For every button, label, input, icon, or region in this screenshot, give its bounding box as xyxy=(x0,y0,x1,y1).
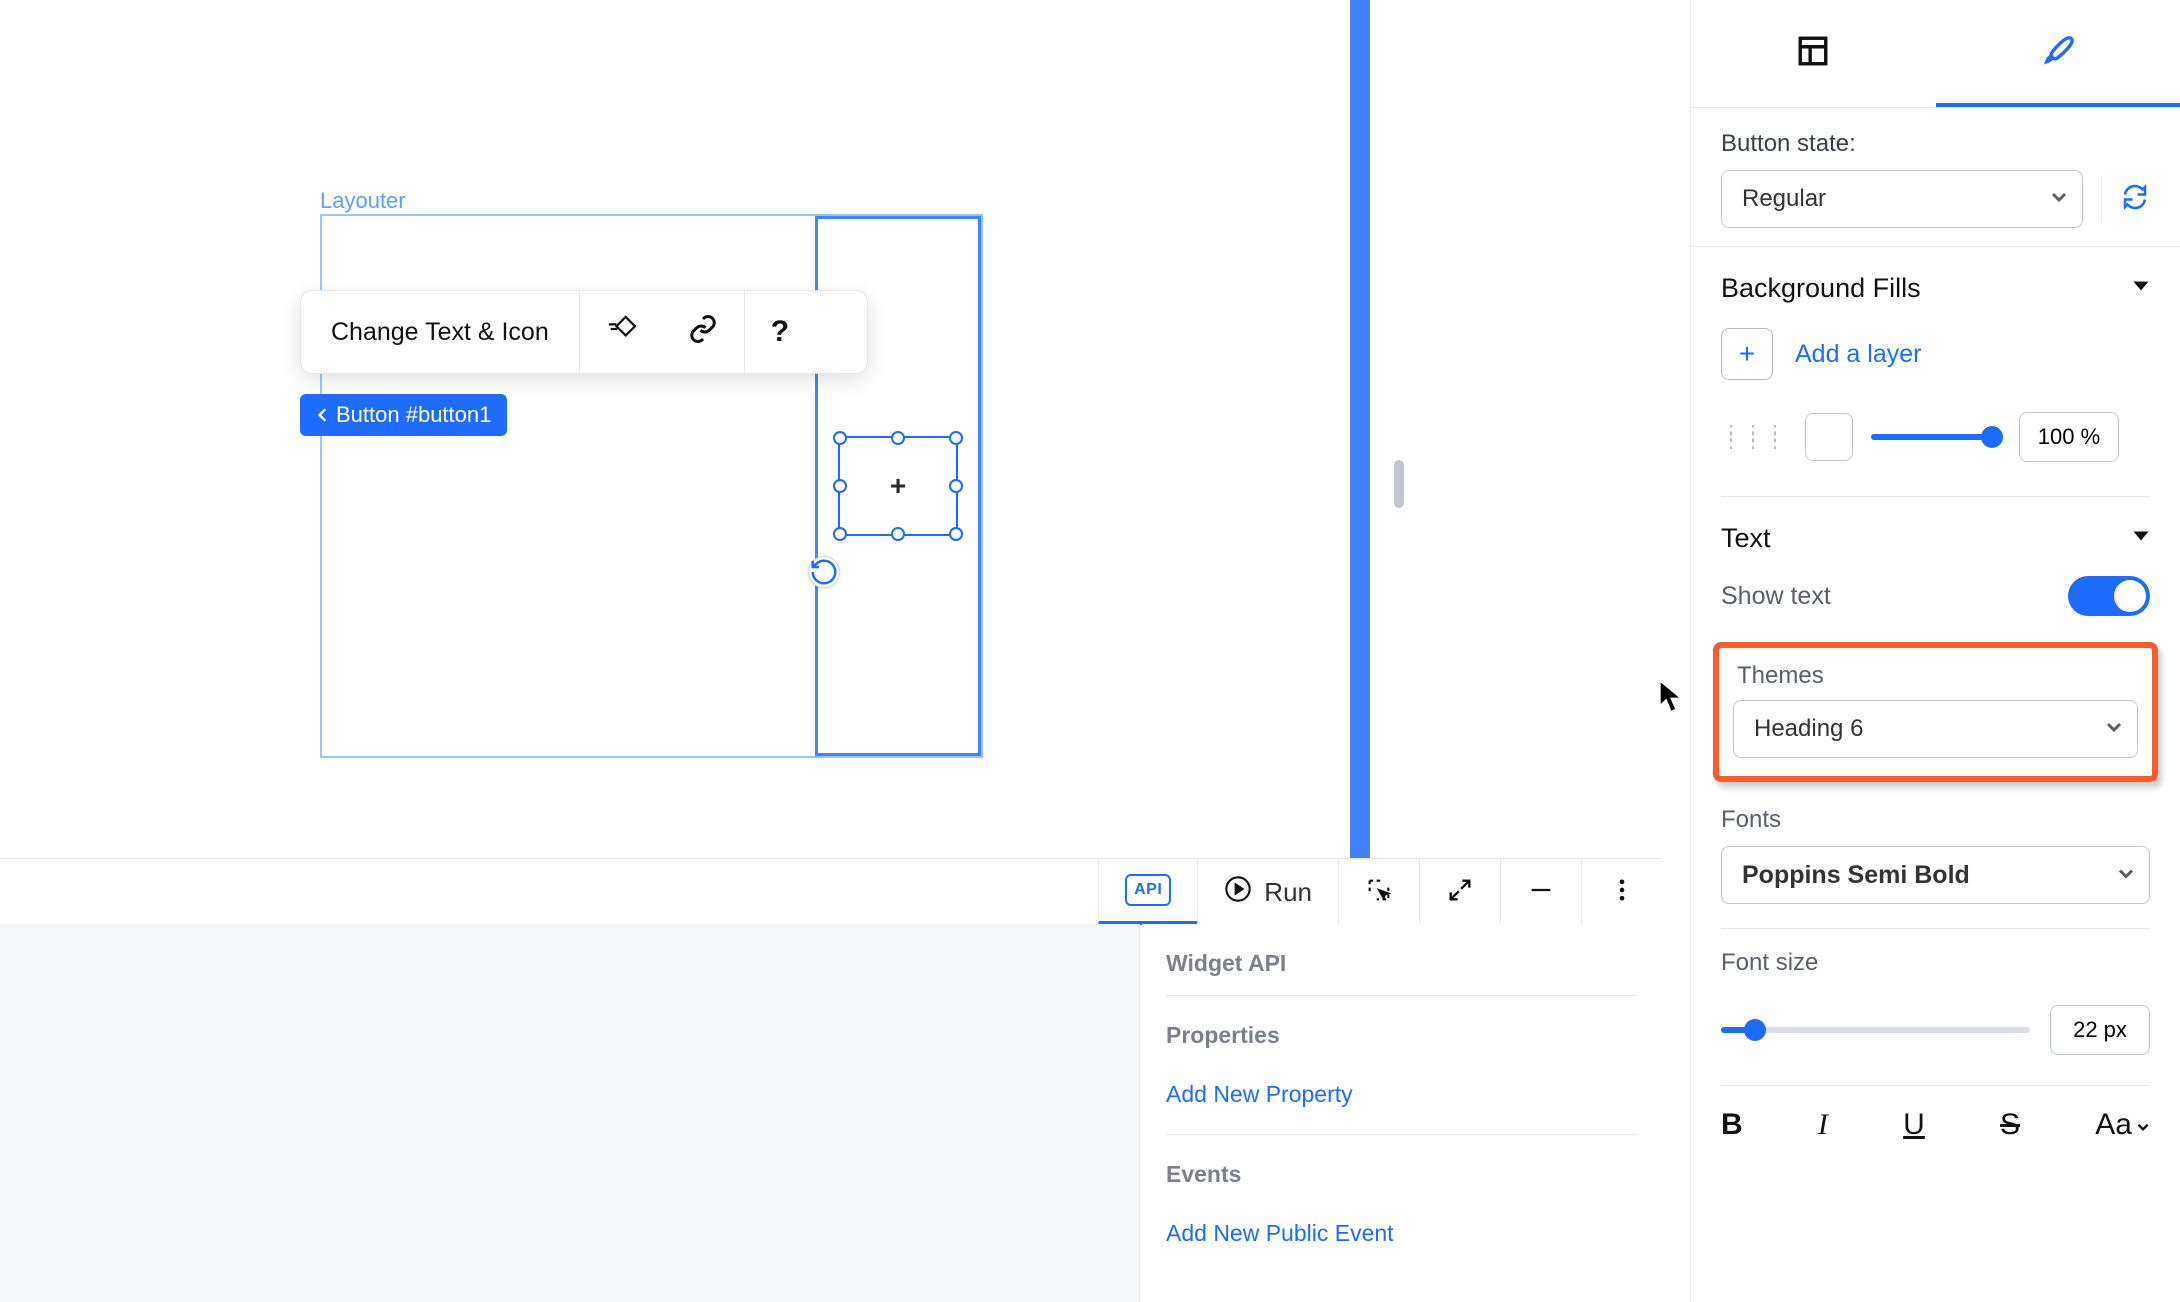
show-text-toggle[interactable] xyxy=(2068,576,2150,616)
resize-handle[interactable] xyxy=(891,431,905,445)
caret-down-icon xyxy=(2132,277,2150,300)
element-floating-toolbar: Change Text & Icon xyxy=(300,290,868,374)
play-icon xyxy=(1224,875,1252,910)
properties-heading: Properties xyxy=(1166,996,1638,1067)
background-fills-title: Background Fills xyxy=(1721,273,1921,304)
diamond-motion-icon xyxy=(606,314,636,351)
show-text-label: Show text xyxy=(1721,582,1831,611)
mouse-cursor xyxy=(1658,680,1684,719)
resize-handle[interactable] xyxy=(891,527,905,541)
expand-icon xyxy=(1446,876,1474,909)
themes-value: Heading 6 xyxy=(1754,715,1863,743)
plus-icon: + xyxy=(1739,338,1755,370)
layouter-label: Layouter xyxy=(320,188,406,214)
opacity-slider[interactable] xyxy=(1871,434,2001,440)
selection-breadcrumb-chip[interactable]: Button #button1 xyxy=(300,394,507,436)
background-fills-header[interactable]: Background Fills xyxy=(1691,247,2180,314)
more-options-button[interactable] xyxy=(815,291,867,373)
resize-handle[interactable] xyxy=(833,431,847,445)
select-element-icon xyxy=(1365,876,1393,909)
cycle-icon xyxy=(2120,182,2150,217)
animations-button[interactable] xyxy=(580,291,662,373)
underline-button[interactable]: U xyxy=(1903,1108,1925,1142)
fonts-dropdown[interactable]: Poppins Semi Bold xyxy=(1721,846,2150,904)
layout-icon xyxy=(1796,34,1830,73)
add-new-property-link[interactable]: Add New Property xyxy=(1166,1067,1638,1134)
add-layer-button[interactable]: + xyxy=(1721,328,1773,380)
themes-highlight: Themes Heading 6 xyxy=(1713,642,2158,782)
fill-color-swatch[interactable] xyxy=(1805,413,1853,461)
link-icon xyxy=(688,314,718,351)
resize-handle[interactable] xyxy=(833,479,847,493)
fonts-value: Poppins Semi Bold xyxy=(1742,861,1970,890)
minus-icon xyxy=(1527,876,1555,909)
font-size-slider[interactable] xyxy=(1721,1027,2030,1033)
chevron-down-icon xyxy=(2105,715,2123,743)
question-icon: ? xyxy=(771,315,789,349)
themes-dropdown[interactable]: Heading 6 xyxy=(1733,700,2138,758)
text-transform-dropdown[interactable]: Aa xyxy=(2095,1108,2150,1142)
text-section-header[interactable]: Text xyxy=(1691,497,2180,564)
events-heading: Events xyxy=(1166,1135,1638,1206)
tab-api[interactable]: API xyxy=(1098,859,1197,925)
expand-button[interactable] xyxy=(1419,859,1500,925)
text-section-title: Text xyxy=(1721,523,1771,554)
button-state-label: Button state: xyxy=(1721,130,2150,158)
opacity-input[interactable]: 100 % xyxy=(2019,412,2119,462)
resize-handle[interactable] xyxy=(949,431,963,445)
run-button[interactable]: Run xyxy=(1197,859,1338,925)
resize-handle[interactable] xyxy=(949,527,963,541)
bold-button[interactable]: B xyxy=(1721,1108,1743,1142)
selection-name: Button #button1 xyxy=(336,402,491,428)
chevron-down-icon xyxy=(2117,861,2135,890)
font-size-input[interactable]: 22 px xyxy=(2050,1005,2150,1055)
code-panel-toolbar: API Run xyxy=(0,858,1662,925)
rotate-handle[interactable] xyxy=(808,556,840,588)
chevron-left-icon xyxy=(316,408,330,422)
drag-handle-icon[interactable]: ⋮⋮⋮⋮⋮⋮ xyxy=(1721,429,1787,445)
canvas-right-edge-ruler xyxy=(1350,0,1370,860)
apply-to-all-states-button[interactable] xyxy=(2120,182,2150,217)
tab-layout[interactable] xyxy=(1691,0,1936,107)
italic-button[interactable]: I xyxy=(1818,1108,1828,1142)
add-new-public-event-link[interactable]: Add New Public Event xyxy=(1166,1206,1638,1273)
design-canvas[interactable]: Layouter + Change Text & Icon xyxy=(0,0,1342,860)
caret-down-icon xyxy=(2132,527,2150,550)
more-menu-button[interactable] xyxy=(1581,859,1662,925)
chevron-down-icon xyxy=(2136,1108,2150,1142)
code-editor-area[interactable] xyxy=(0,924,1140,1302)
fonts-label: Fonts xyxy=(1721,806,2150,834)
button-state-dropdown[interactable]: Regular xyxy=(1721,170,2083,228)
font-size-label: Font size xyxy=(1721,949,2150,977)
minimize-button[interactable] xyxy=(1500,859,1581,925)
widget-api-heading: Widget API xyxy=(1166,924,1638,995)
selection-bounding-box[interactable]: + xyxy=(838,436,958,536)
slider-thumb[interactable] xyxy=(1744,1019,1766,1041)
resize-handle[interactable] xyxy=(949,479,963,493)
strikethrough-button[interactable]: S xyxy=(2000,1108,2020,1142)
tab-design[interactable] xyxy=(1936,0,2180,107)
plus-icon: + xyxy=(890,470,906,502)
inspector-panel: Button state: Regular Background Fills xyxy=(1690,0,2180,1302)
vertical-scrollbar[interactable] xyxy=(1394,460,1404,508)
themes-label: Themes xyxy=(1737,662,2138,690)
slider-thumb[interactable] xyxy=(1981,426,2003,448)
help-button[interactable]: ? xyxy=(745,291,815,373)
change-text-icon-button[interactable]: Change Text & Icon xyxy=(301,291,579,373)
run-label: Run xyxy=(1264,877,1312,908)
link-button[interactable] xyxy=(662,291,744,373)
more-vertical-icon xyxy=(1608,876,1636,909)
resize-handle[interactable] xyxy=(833,527,847,541)
inspect-button[interactable] xyxy=(1338,859,1419,925)
add-layer-label[interactable]: Add a layer xyxy=(1795,340,1921,369)
brush-icon xyxy=(2041,32,2075,71)
chevron-down-icon xyxy=(2050,185,2068,213)
button-state-value: Regular xyxy=(1742,185,1826,213)
api-panel: Widget API Properties Add New Property E… xyxy=(1142,924,1662,1302)
